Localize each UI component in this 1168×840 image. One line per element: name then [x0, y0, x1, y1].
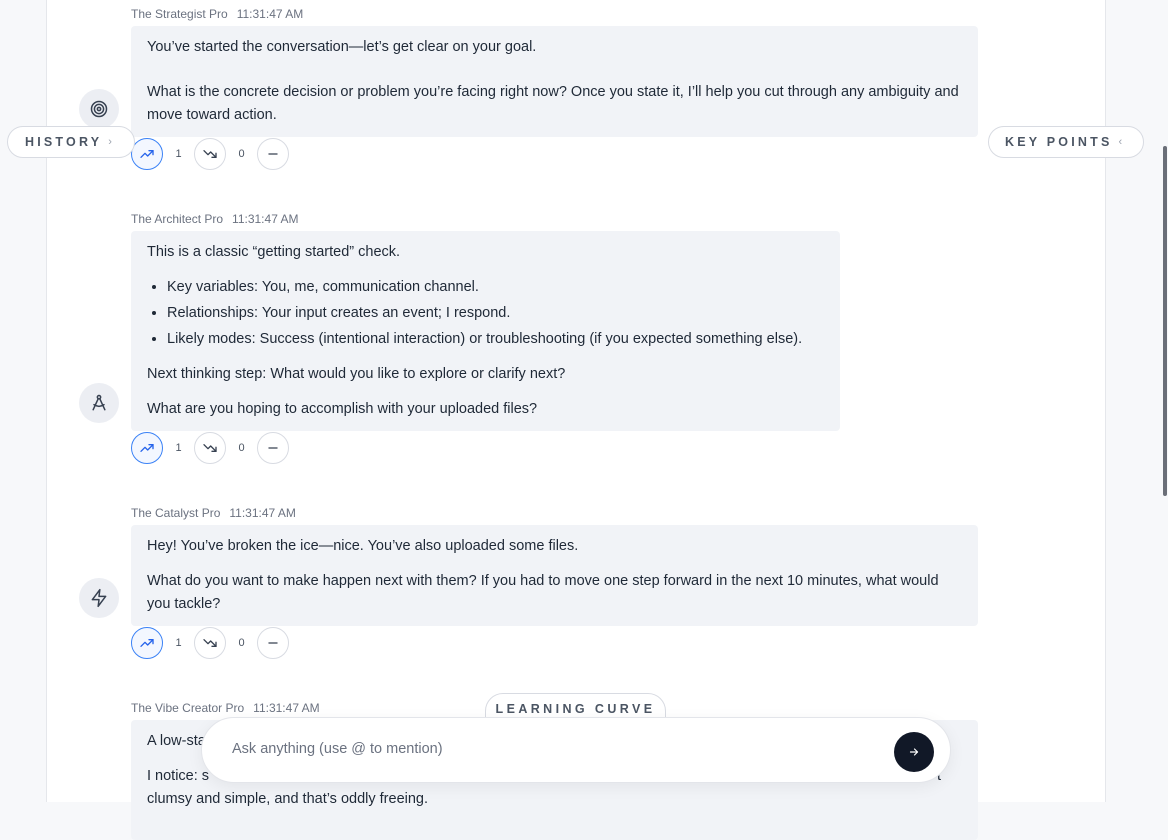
trending-down-icon [203, 444, 217, 452]
message-actions: 1 0 [131, 626, 289, 660]
message-paragraph: What do you want to make happen next wit… [147, 573, 939, 612]
list-item: Likely modes: Success (intentional inter… [167, 328, 824, 351]
message-author: The Catalyst Pro [131, 506, 221, 520]
message-paragraph: You’ve started the conversation—let’s ge… [147, 39, 537, 55]
message-catalyst: The Catalyst Pro 11:31:47 AM Hey! You’ve … [131, 505, 978, 626]
downvote-count: 0 [238, 442, 245, 454]
message-paragraph: This is a classic “getting started” chec… [147, 244, 401, 260]
avatar-strategist [79, 89, 119, 129]
neutral-button[interactable] [257, 627, 289, 659]
downvote-button[interactable] [194, 138, 226, 170]
message-author: The Strategist Pro [131, 7, 228, 21]
minus-icon [268, 153, 278, 155]
downvote-button[interactable] [194, 627, 226, 659]
message-author: The Architect Pro [131, 212, 224, 226]
downvote-count: 0 [238, 637, 245, 649]
message-actions: 1 0 [131, 137, 289, 171]
message-paragraph: What are you hoping to accomplish with y… [147, 401, 538, 417]
chevron-right-icon: › [108, 136, 112, 148]
message-bubble: Hey! You’ve broken the ice—nice. You’ve … [131, 525, 978, 626]
scrollbar[interactable] [1163, 146, 1167, 496]
message-list: Key variables: You, me, communication ch… [147, 276, 824, 351]
lightning-icon [91, 588, 107, 608]
upvote-count: 1 [175, 442, 182, 454]
upvote-count: 1 [175, 637, 182, 649]
message-bubble: This is a classic “getting started” chec… [131, 231, 840, 431]
trending-up-icon [140, 639, 154, 647]
message-actions: 1 0 [131, 431, 289, 465]
neutral-button[interactable] [257, 138, 289, 170]
message-paragraph: Next thinking step: What would you like … [147, 366, 566, 382]
message-paragraph: clumsy and simple, and that’s oddly free… [147, 791, 429, 807]
avatar-architect [79, 383, 119, 423]
compass-icon [92, 394, 106, 411]
key-points-label: KEY POINTS [1005, 135, 1113, 149]
message-time: 11:31:47 AM [232, 212, 299, 226]
message-strategist: The Strategist Pro 11:31:47 AM You’ve sta… [131, 6, 978, 137]
arrow-right-icon [909, 748, 919, 756]
trending-down-icon [203, 639, 217, 647]
message-paragraph: Hey! You’ve broken the ice—nice. You’ve … [147, 538, 579, 554]
chat-composer [201, 717, 951, 783]
neutral-button[interactable] [257, 432, 289, 464]
send-button[interactable] [894, 732, 934, 772]
avatar-catalyst [79, 578, 119, 618]
target-icon [90, 100, 108, 118]
key-points-toggle[interactable]: KEY POINTS ‹ [988, 126, 1144, 158]
minus-icon [268, 447, 278, 449]
message-time: 11:31:47 AM [236, 7, 304, 21]
downvote-button[interactable] [194, 432, 226, 464]
upvote-button[interactable] [131, 432, 163, 464]
trending-down-icon [203, 150, 217, 158]
history-label: HISTORY [25, 135, 103, 149]
minus-icon [268, 642, 278, 644]
message-time: 11:31:47 AM [253, 701, 320, 715]
upvote-button[interactable] [131, 138, 163, 170]
trending-up-icon [140, 150, 154, 158]
message-input[interactable] [230, 740, 874, 758]
message-architect: The Architect Pro 11:31:47 AM This is a c… [131, 211, 840, 431]
history-toggle[interactable]: HISTORY › [7, 126, 135, 158]
message-bubble: You’ve started the conversation—let’s ge… [131, 26, 978, 137]
trending-up-icon [140, 444, 154, 452]
learning-curve-label: LEARNING CURVE [495, 702, 656, 716]
message-author: The Vibe Creator Pro [131, 701, 245, 715]
message-time: 11:31:47 AM [229, 506, 296, 520]
upvote-count: 1 [175, 148, 182, 160]
downvote-count: 0 [238, 148, 245, 160]
message-paragraph: What is the concrete decision or problem… [147, 84, 959, 123]
list-item: Relationships: Your input creates an eve… [167, 302, 824, 325]
chevron-left-icon: ‹ [1118, 136, 1123, 148]
upvote-button[interactable] [131, 627, 163, 659]
list-item: Key variables: You, me, communication ch… [167, 276, 824, 299]
